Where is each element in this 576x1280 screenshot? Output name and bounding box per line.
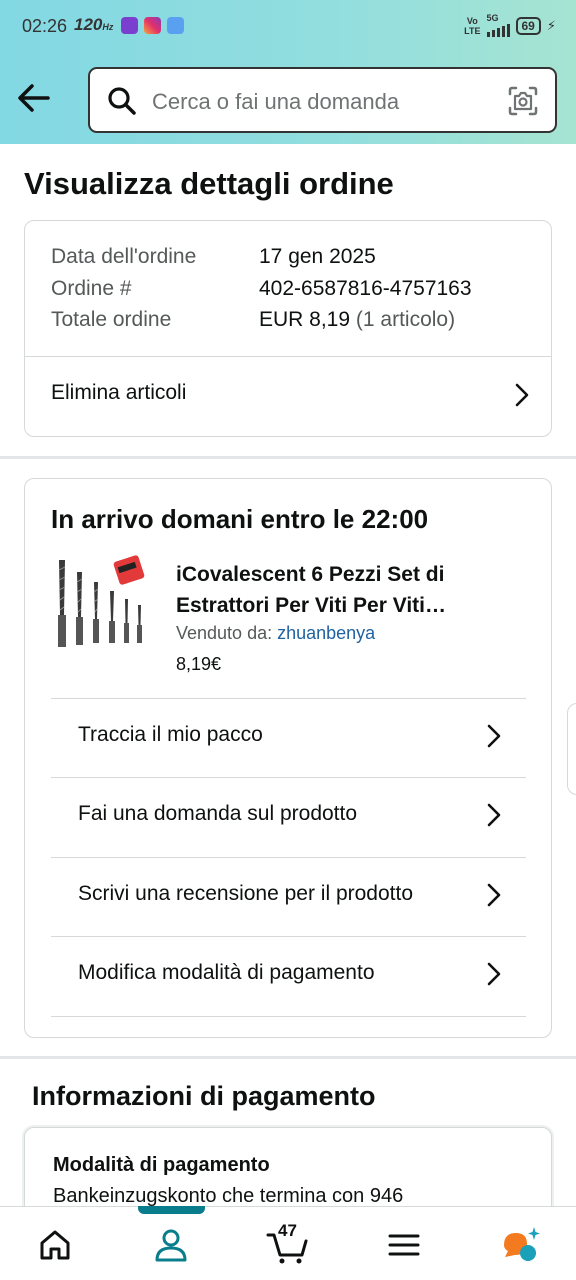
status-time: 02:26 <box>22 16 68 36</box>
order-date-value: 17 gen 2025 <box>259 245 376 268</box>
mail-notification-icon <box>121 17 138 34</box>
product-title[interactable]: iCovalescent 6 Pezzi Set di Estrattori P… <box>176 559 526 621</box>
order-number-row: Ordine # 402-6587816-4757163 <box>51 277 472 301</box>
product-image[interactable] <box>52 555 152 655</box>
account-icon[interactable] <box>151 1225 191 1265</box>
order-date-label: Data dell'ordine <box>51 245 197 268</box>
cart-count-badge: 47 <box>278 1221 297 1240</box>
order-number-value: 402-6587816-4757163 <box>259 277 472 300</box>
signal-bars <box>486 23 510 37</box>
arrival-heading: In arrivo domani entro le 22:00 <box>51 504 429 534</box>
chevron-right-icon <box>487 962 501 986</box>
chevron-right-icon <box>515 383 529 407</box>
payment-method-label: Modalità di pagamento <box>53 1154 270 1176</box>
order-total-amount: EUR 8,19 <box>259 308 351 331</box>
section-separator <box>0 1056 576 1059</box>
search-input[interactable]: Cerca o fai una domanda <box>88 67 557 133</box>
order-summary-card: Data dell'ordine 17 gen 2025 Ordine # 40… <box>24 220 552 437</box>
side-drawer-handle[interactable] <box>567 703 576 795</box>
signal-bar <box>486 32 490 37</box>
seller-info: Venduto da: zhuanbenya <box>176 623 375 644</box>
payment-section-title: Informazioni di pagamento <box>32 1081 376 1111</box>
bottom-nav <box>0 1206 576 1280</box>
signal-bar <box>496 28 500 37</box>
delete-items-label: Elimina articoli <box>51 381 187 404</box>
search-placeholder: Cerca o fai una domanda <box>152 89 400 114</box>
track-package-row[interactable]: Traccia il mio pacco <box>51 699 526 778</box>
order-item-count: (1 articolo) <box>355 308 456 331</box>
signal-icon: 5G <box>486 13 510 37</box>
refresh-rate-unit: Hz <box>102 22 114 32</box>
order-total-value: EUR 8,19 (1 articolo) <box>259 308 455 332</box>
top-bar: 02:26 120Hz Vo LTE 5G 69 ⚡ Cerca o fai u… <box>0 0 576 144</box>
delete-items-row[interactable]: Elimina articoli <box>25 357 551 437</box>
camera-icon[interactable] <box>507 85 539 117</box>
change-payment-label: Modifica modalità di pagamento <box>78 961 375 984</box>
signal-bar <box>506 24 510 37</box>
instagram-notification-icon <box>144 17 161 34</box>
active-tab-indicator <box>138 1206 205 1214</box>
ask-question-row[interactable]: Fai una domanda sul prodotto <box>51 778 526 857</box>
chat-notification-icon <box>167 17 184 34</box>
status-bar: 02:26 120Hz Vo LTE 5G 69 ⚡ <box>0 0 576 52</box>
write-review-label: Scrivi una recensione per il prodotto <box>78 882 414 905</box>
change-payment-row[interactable]: Modifica modalità di pagamento <box>51 937 526 1016</box>
section-separator <box>0 456 576 459</box>
page-title: Visualizza dettagli ordine <box>24 166 394 201</box>
shipment-card: In arrivo domani entro le 22:00 iCovales… <box>24 478 552 1038</box>
divider <box>51 1016 526 1017</box>
chevron-right-icon <box>487 803 501 827</box>
status-right: Vo LTE 5G 69 ⚡ <box>464 14 556 37</box>
charging-icon: ⚡ <box>546 17 556 33</box>
seller-link[interactable]: zhuanbenya <box>277 623 375 643</box>
volte-bottom: LTE <box>464 25 481 36</box>
search-icon <box>106 85 138 117</box>
assistant-icon[interactable] <box>500 1225 540 1265</box>
order-total-label: Totale ordine <box>51 308 172 331</box>
track-package-label: Traccia il mio pacco <box>78 723 263 746</box>
home-icon[interactable] <box>35 1225 75 1265</box>
back-arrow-icon[interactable] <box>14 78 54 118</box>
chevron-right-icon <box>487 883 501 907</box>
chevron-right-icon <box>487 724 501 748</box>
network-generation: 5G <box>486 13 499 23</box>
volte-icon: Vo LTE <box>464 16 480 36</box>
write-review-row[interactable]: Scrivi una recensione per il prodotto <box>51 858 526 937</box>
refresh-rate-value: 120 <box>74 15 103 34</box>
order-date-row: Data dell'ordine 17 gen 2025 <box>51 245 376 269</box>
payment-method-value: Bankeinzugskonto che termina con 946 <box>53 1185 404 1207</box>
product-price: 8,19€ <box>176 654 222 674</box>
signal-bar <box>491 30 495 37</box>
battery-icon: 69 <box>515 16 541 35</box>
sold-by-label: Venduto da: <box>176 623 273 643</box>
volte-top: Vo <box>466 15 478 26</box>
order-total-row: Totale ordine EUR 8,19 (1 articolo) <box>51 308 455 332</box>
signal-bar <box>501 26 505 37</box>
order-number-label: Ordine # <box>51 277 132 300</box>
ask-question-label: Fai una domanda sul prodotto <box>78 802 358 825</box>
refresh-rate-indicator: 120Hz <box>74 15 113 35</box>
menu-icon[interactable] <box>384 1225 424 1265</box>
